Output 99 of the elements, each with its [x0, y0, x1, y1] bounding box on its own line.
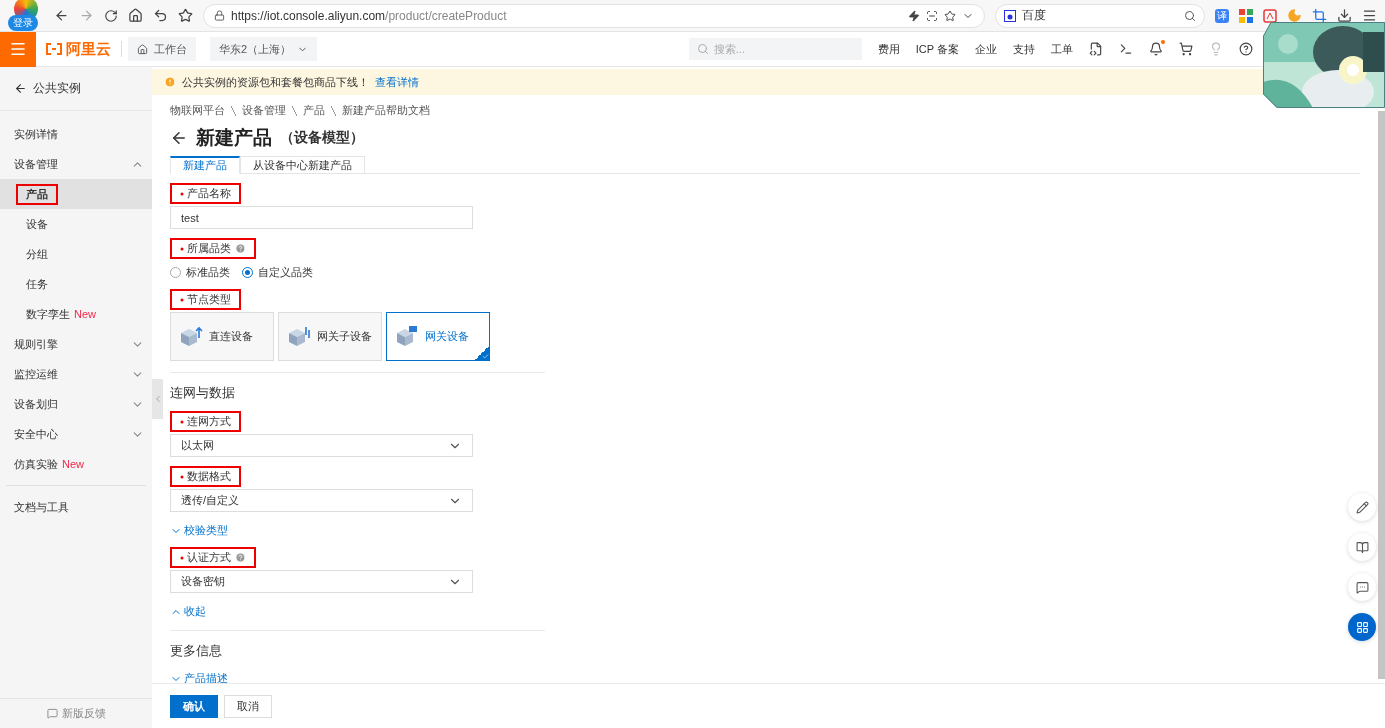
breadcrumb-link[interactable]: 设备管理 [242, 103, 286, 118]
page-subtitle: （设备模型） [280, 129, 364, 147]
sidebar-item[interactable]: 规则引擎 [0, 329, 152, 359]
terminal-icon[interactable] [1119, 42, 1133, 56]
grid-icon [1355, 620, 1369, 634]
sidebar-item[interactable]: 仿真实验 New [0, 449, 152, 479]
apps-button[interactable] [1348, 613, 1376, 641]
cube-icon [287, 325, 311, 348]
sidebar-item[interactable]: 设备划归 [0, 389, 152, 419]
cube-icon [395, 325, 419, 348]
book-icon [1355, 540, 1369, 554]
home-icon[interactable] [128, 8, 143, 23]
sidebar-item[interactable]: 文档与工具 [0, 492, 152, 522]
lightning-icon[interactable] [908, 9, 920, 22]
breadcrumb-link[interactable]: 新建产品帮助文档 [342, 103, 430, 118]
feedback-link[interactable]: 新版反馈 [0, 698, 152, 728]
field-label: 连网方式 [187, 414, 231, 429]
translate-icon[interactable]: 译 [1215, 8, 1229, 23]
code-icon[interactable] [1089, 42, 1103, 56]
search-field[interactable]: 百度 [995, 3, 1205, 28]
toggle-link[interactable]: 收起 [170, 604, 206, 619]
cancel-button[interactable]: 取消 [224, 694, 272, 718]
bell-icon[interactable] [1149, 42, 1163, 56]
breadcrumb-link[interactable]: 产品 [303, 103, 325, 118]
sidebar-item[interactable]: 实例详情 [0, 119, 152, 149]
header-link[interactable]: ICP 备案 [915, 41, 959, 57]
radio-option[interactable]: 自定义品类 [242, 265, 313, 280]
back-icon[interactable] [170, 129, 188, 147]
sidebar-item[interactable]: 设备管理 [0, 149, 152, 179]
sidebar-item[interactable]: 安全中心 [0, 419, 152, 449]
section-title: 连网与数据 [170, 385, 235, 400]
header-link[interactable]: 工单 [1051, 41, 1073, 57]
sidebar-subitem[interactable]: 数字孪生 New [0, 299, 152, 329]
field-label: 节点类型 [187, 292, 231, 307]
tab[interactable]: 从设备中心新建产品 [240, 156, 365, 174]
cube-icon [179, 325, 203, 348]
field-label: 所属品类 [187, 241, 231, 256]
warning-icon [164, 76, 176, 88]
radio-option[interactable]: 标准品类 [170, 265, 230, 280]
message-icon [46, 708, 58, 719]
sidebar-subitem[interactable]: 设备 [0, 209, 152, 239]
notice-link[interactable]: 查看详情 [375, 74, 419, 90]
chat-icon [1355, 580, 1369, 594]
menu-icon [9, 40, 27, 58]
home-icon [137, 43, 148, 55]
select-field[interactable]: 设备密钥 [170, 570, 473, 593]
text-input[interactable]: test [170, 206, 473, 229]
node-type-card[interactable]: 网关设备 [386, 312, 490, 361]
section-title: 更多信息 [170, 643, 222, 658]
header-link[interactable]: 支持 [1013, 41, 1035, 57]
undo-icon[interactable] [153, 8, 168, 23]
tab[interactable]: 新建产品 [170, 156, 240, 174]
confirm-button[interactable]: 确认 [170, 694, 218, 718]
workbench-button[interactable]: 工作台 [128, 37, 196, 61]
url-text: https://iot.console.aliyun.com/product/createProduct [231, 8, 508, 23]
lock-icon [214, 10, 225, 21]
node-type-card[interactable]: 直连设备 [170, 312, 274, 361]
menu-icon[interactable] [1362, 8, 1377, 23]
scan-icon[interactable] [926, 9, 938, 22]
sidebar-subitem[interactable]: 分组 [0, 239, 152, 269]
region-selector[interactable]: 华东2（上海） [210, 37, 318, 61]
search-icon [696, 43, 709, 55]
download-icon[interactable] [1337, 8, 1352, 23]
back-icon [14, 82, 27, 95]
collapse-handle[interactable] [152, 379, 163, 419]
pdf-icon[interactable] [1263, 8, 1277, 23]
sidebar-subitem[interactable]: 产品 [0, 179, 152, 209]
sidebar-item[interactable]: 监控运维 [0, 359, 152, 389]
star-icon[interactable] [944, 9, 956, 22]
toggle-link[interactable]: 校验类型 [170, 523, 228, 538]
breadcrumb-link[interactable]: 物联网平台 [170, 103, 225, 118]
field-label: 产品名称 [187, 186, 231, 201]
field-label: 数据格式 [187, 469, 231, 484]
notice-text: 公共实例的资源包和套餐包商品下线！ [182, 74, 369, 90]
header-link[interactable]: 企业 [975, 41, 997, 57]
login-badge[interactable]: 登录 [8, 14, 38, 31]
field-label: 认证方式 [187, 550, 231, 565]
toggle-link[interactable]: 产品描述 [170, 671, 228, 683]
chat-button[interactable] [1348, 573, 1376, 601]
cart-icon[interactable] [1179, 42, 1193, 56]
address-bar[interactable]: https://iot.console.aliyun.com/product/createProduct [203, 3, 985, 28]
guide-button[interactable] [1348, 533, 1376, 561]
colored-grid-icon[interactable] [1239, 8, 1253, 23]
back-icon[interactable] [54, 8, 69, 23]
search-icon[interactable] [1184, 9, 1196, 22]
star-icon[interactable] [178, 8, 193, 23]
sidebar-subitem[interactable]: 任务 [0, 269, 152, 299]
node-type-card[interactable]: 网关子设备 [278, 312, 382, 361]
header-link[interactable]: 费用 [877, 41, 900, 57]
crop-icon[interactable] [1312, 8, 1327, 23]
scrollbar[interactable] [1378, 111, 1385, 679]
select-field[interactable]: 以太网 [170, 434, 473, 457]
help-icon[interactable] [1239, 42, 1253, 56]
pencil-icon [1355, 500, 1369, 514]
edit-button[interactable] [1348, 493, 1376, 521]
select-field[interactable]: 透传/自定义 [170, 489, 473, 512]
page-title: 新建产品 [196, 126, 272, 150]
reload-icon[interactable] [104, 8, 118, 23]
moon-icon[interactable] [1287, 8, 1302, 23]
